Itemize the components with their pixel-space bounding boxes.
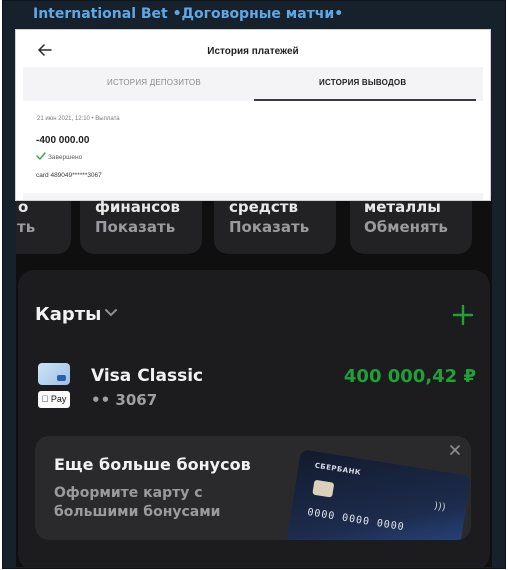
tile-show-button[interactable]: Показать	[229, 218, 309, 236]
transaction-date: 21 июн 2021, 12:10 • Выплата	[37, 116, 120, 122]
pay-label: Pay	[46, 394, 67, 404]
tile-partial[interactable]: о ть	[16, 196, 71, 254]
list-separator	[23, 193, 483, 200]
transaction-card: card 489049******3067	[36, 172, 102, 179]
promo-text: Оформите карту с большими бонусами	[54, 485, 221, 520]
chevron-down-icon[interactable]	[104, 308, 118, 318]
sberbank-card-image: СБЕРБАНК ))) 0000 0000 0000	[284, 449, 471, 540]
screenshot-frame: International Bet •Договорные матчи• о т…	[0, 0, 508, 570]
tile-top-text: финансов	[95, 198, 180, 216]
tile-finances[interactable]: финансов Показать	[80, 196, 202, 254]
page-title: История платежей	[207, 46, 299, 57]
history-tabs: ИСТОРИЯ ДЕПОЗИТОВ ИСТОРИЯ ВЫВОДОВ	[23, 67, 483, 101]
tab-withdrawal-history[interactable]: ИСТОРИЯ ВЫВОДОВ	[319, 78, 406, 87]
transaction-amount: -400 000.00	[36, 135, 90, 146]
nfc-icon: )))	[433, 500, 447, 514]
tile-top-text: о	[18, 198, 29, 216]
card-balance: 400 000,42 ₽	[343, 366, 476, 387]
tile-show-button[interactable]: Показать	[95, 218, 175, 236]
tab-deposit-history[interactable]: ИСТОРИЯ ДЕПОЗИТОВ	[107, 78, 201, 87]
tile-funds[interactable]: средств Показать	[214, 196, 336, 254]
sberbank-logo: СБЕРБАНК	[314, 461, 362, 477]
tile-top-text: средств	[229, 198, 298, 216]
promo-banner[interactable]: Еще больше бонусов Оформите карту с боль…	[35, 436, 471, 540]
apple-icon: 	[42, 394, 49, 404]
apple-pay-badge:  Pay	[38, 391, 70, 408]
bank-app-screen: о ть финансов Показать средств Показать …	[16, 196, 492, 567]
tile-bottom-text: ть	[17, 218, 36, 236]
cards-title[interactable]: Карты	[35, 304, 101, 325]
tile-metals[interactable]: металлы Обменять	[350, 196, 472, 254]
promo-title: Еще больше бонусов	[54, 455, 251, 474]
plus-icon[interactable]	[452, 304, 474, 326]
card-number: •• 3067	[91, 391, 158, 409]
payment-history-screenshot: История платежей ИСТОРИЯ ДЕПОЗИТОВ ИСТОР…	[16, 30, 490, 200]
card-name[interactable]: Visa Classic	[91, 366, 203, 386]
channel-title[interactable]: International Bet •Договорные матчи•	[33, 6, 343, 22]
transaction-status: Завершено	[48, 154, 83, 161]
tile-top-text: металлы	[364, 198, 441, 216]
close-icon[interactable]	[449, 444, 461, 456]
card-thumbnail[interactable]	[38, 363, 70, 385]
check-icon	[36, 152, 46, 160]
tile-exchange-button[interactable]: Обменять	[364, 218, 448, 236]
card-number-sample: 0000 0000 0000	[306, 507, 406, 534]
card-chip	[312, 479, 335, 498]
cards-section: Карты  Pay Visa Classic •• 3067 400 000…	[18, 270, 490, 567]
active-tab-indicator	[254, 99, 476, 101]
